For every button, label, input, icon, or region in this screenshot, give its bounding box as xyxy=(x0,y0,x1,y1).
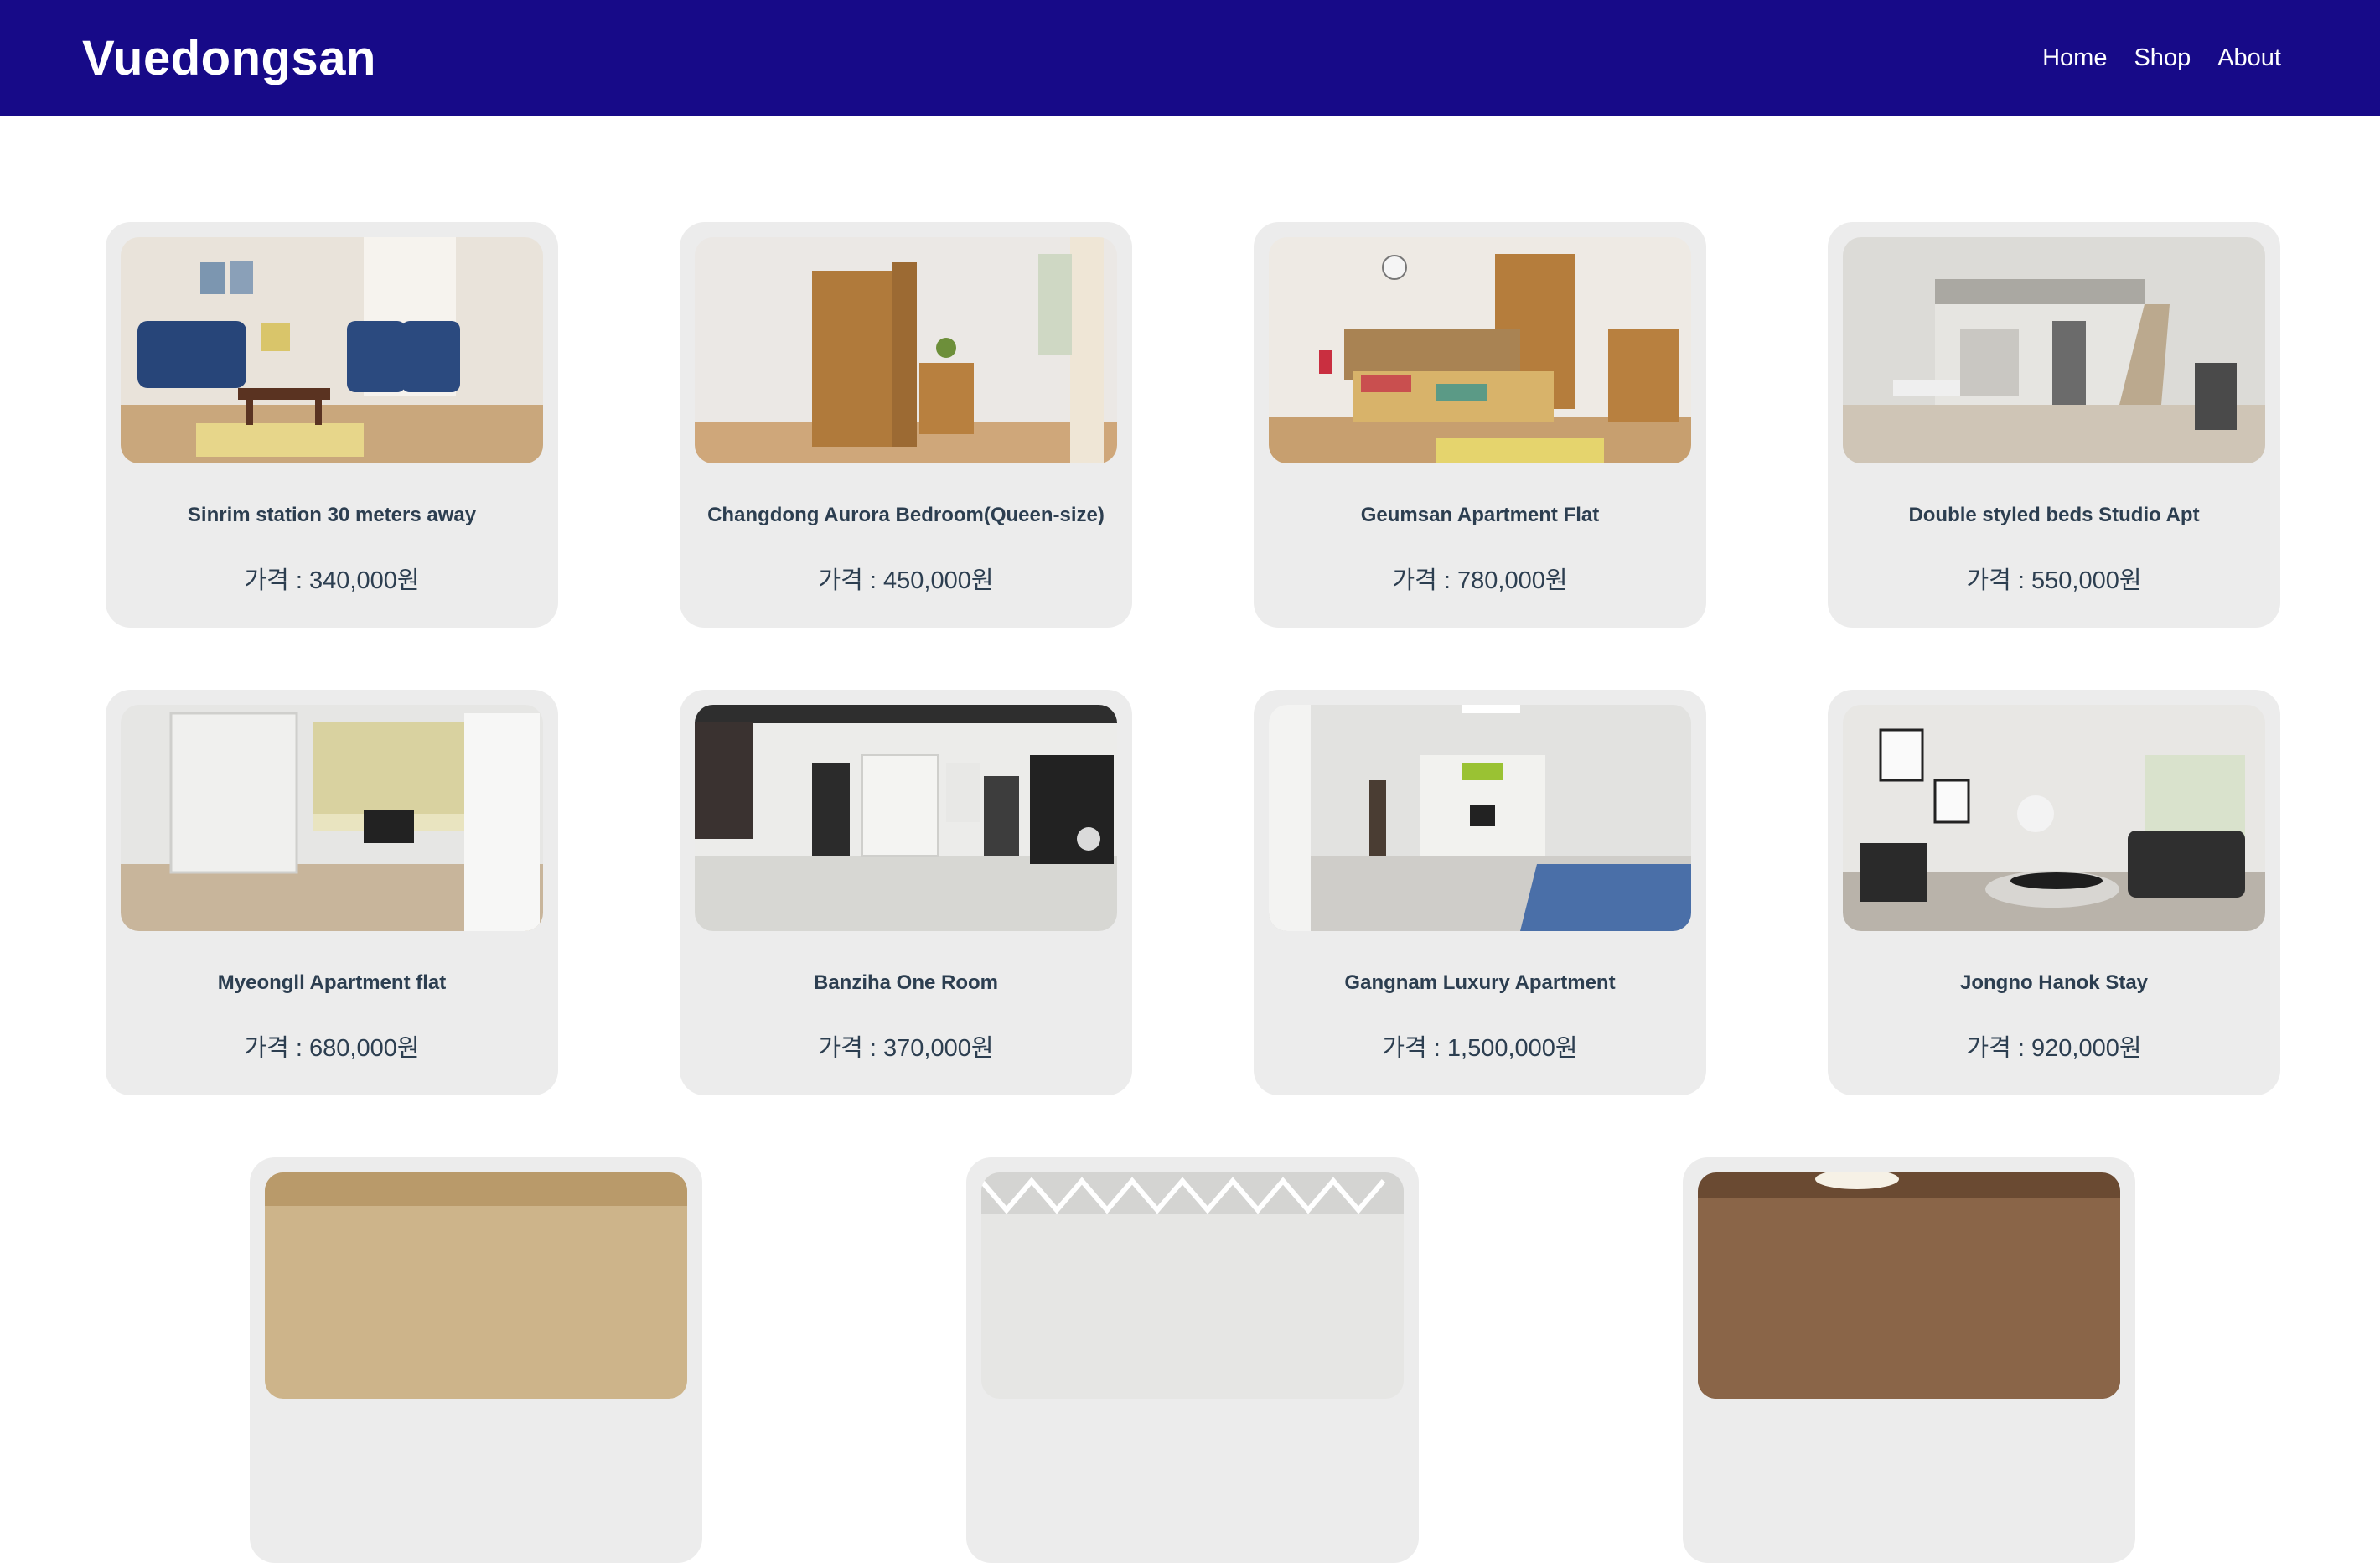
listing-price: 가격 : 450,000원 xyxy=(818,567,994,594)
listing-title: Sinrim station 30 meters away xyxy=(187,504,477,526)
listing-title: Gangnam Luxury Apartment xyxy=(1344,971,1616,994)
listing-price: 가격 : 920,000원 xyxy=(1966,1035,2142,1062)
listing-price: 가격 : 340,000원 xyxy=(244,567,420,594)
bedroom-photo xyxy=(1269,237,1691,463)
listing-price: 가격 : 780,000원 xyxy=(1392,567,1568,594)
listing-title: Double styled beds Studio Apt xyxy=(1908,504,2200,526)
modern-living-photo xyxy=(1843,705,2265,931)
listing-card[interactable]: Geumsan Apartment Flat 가격 : 780,000원 xyxy=(1254,222,1706,628)
listing-title: Myeongll Apartment flat xyxy=(217,971,447,994)
listing-card[interactable]: Gangnam Luxury Apartment 가격 : 1,500,000원 xyxy=(1254,690,1706,1095)
listing-price: 가격 : 680,000원 xyxy=(244,1035,420,1062)
room-photo xyxy=(265,1172,687,1399)
listing-card[interactable]: Double styled beds Studio Apt 가격 : 550,0… xyxy=(1828,222,2280,628)
listing-card[interactable]: Jongno Hanok Stay 가격 : 920,000원 xyxy=(1828,690,2280,1095)
listing-card[interactable]: Changdong Aurora Bedroom(Queen-size) 가격 … xyxy=(680,222,1132,628)
wardrobe-room-photo xyxy=(695,237,1117,463)
listing-card[interactable]: Banziha One Room 가격 : 370,000원 xyxy=(680,690,1132,1095)
listing-price: 가격 : 370,000원 xyxy=(818,1035,994,1062)
one-room-photo xyxy=(695,705,1117,931)
listing-card[interactable] xyxy=(250,1157,702,1563)
listing-card[interactable]: Myeongll Apartment flat 가격 : 680,000원 xyxy=(106,690,558,1095)
listing-title: Geumsan Apartment Flat xyxy=(1360,504,1600,526)
listing-price: 가격 : 1,500,000원 xyxy=(1382,1035,1578,1062)
listing-card[interactable] xyxy=(966,1157,1419,1563)
listing-title: Jongno Hanok Stay xyxy=(1959,971,2149,994)
apartment-interior-photo xyxy=(121,705,543,931)
listing-price: 가격 : 550,000원 xyxy=(1966,567,2142,594)
listing-grid: Sinrim station 30 meters away 가격 : 340,0… xyxy=(0,0,2380,1563)
listing-title: Banziha One Room xyxy=(813,971,999,994)
loft-studio-photo xyxy=(1843,237,2265,463)
room-photo xyxy=(981,1172,1404,1399)
listing-card[interactable] xyxy=(1683,1157,2135,1563)
room-photo xyxy=(1698,1172,2120,1399)
listing-card[interactable]: Sinrim station 30 meters away 가격 : 340,0… xyxy=(106,222,558,628)
studio-bed-photo xyxy=(1269,705,1691,931)
living-room-photo xyxy=(121,237,543,463)
listing-title: Changdong Aurora Bedroom(Queen-size) xyxy=(707,504,1105,526)
